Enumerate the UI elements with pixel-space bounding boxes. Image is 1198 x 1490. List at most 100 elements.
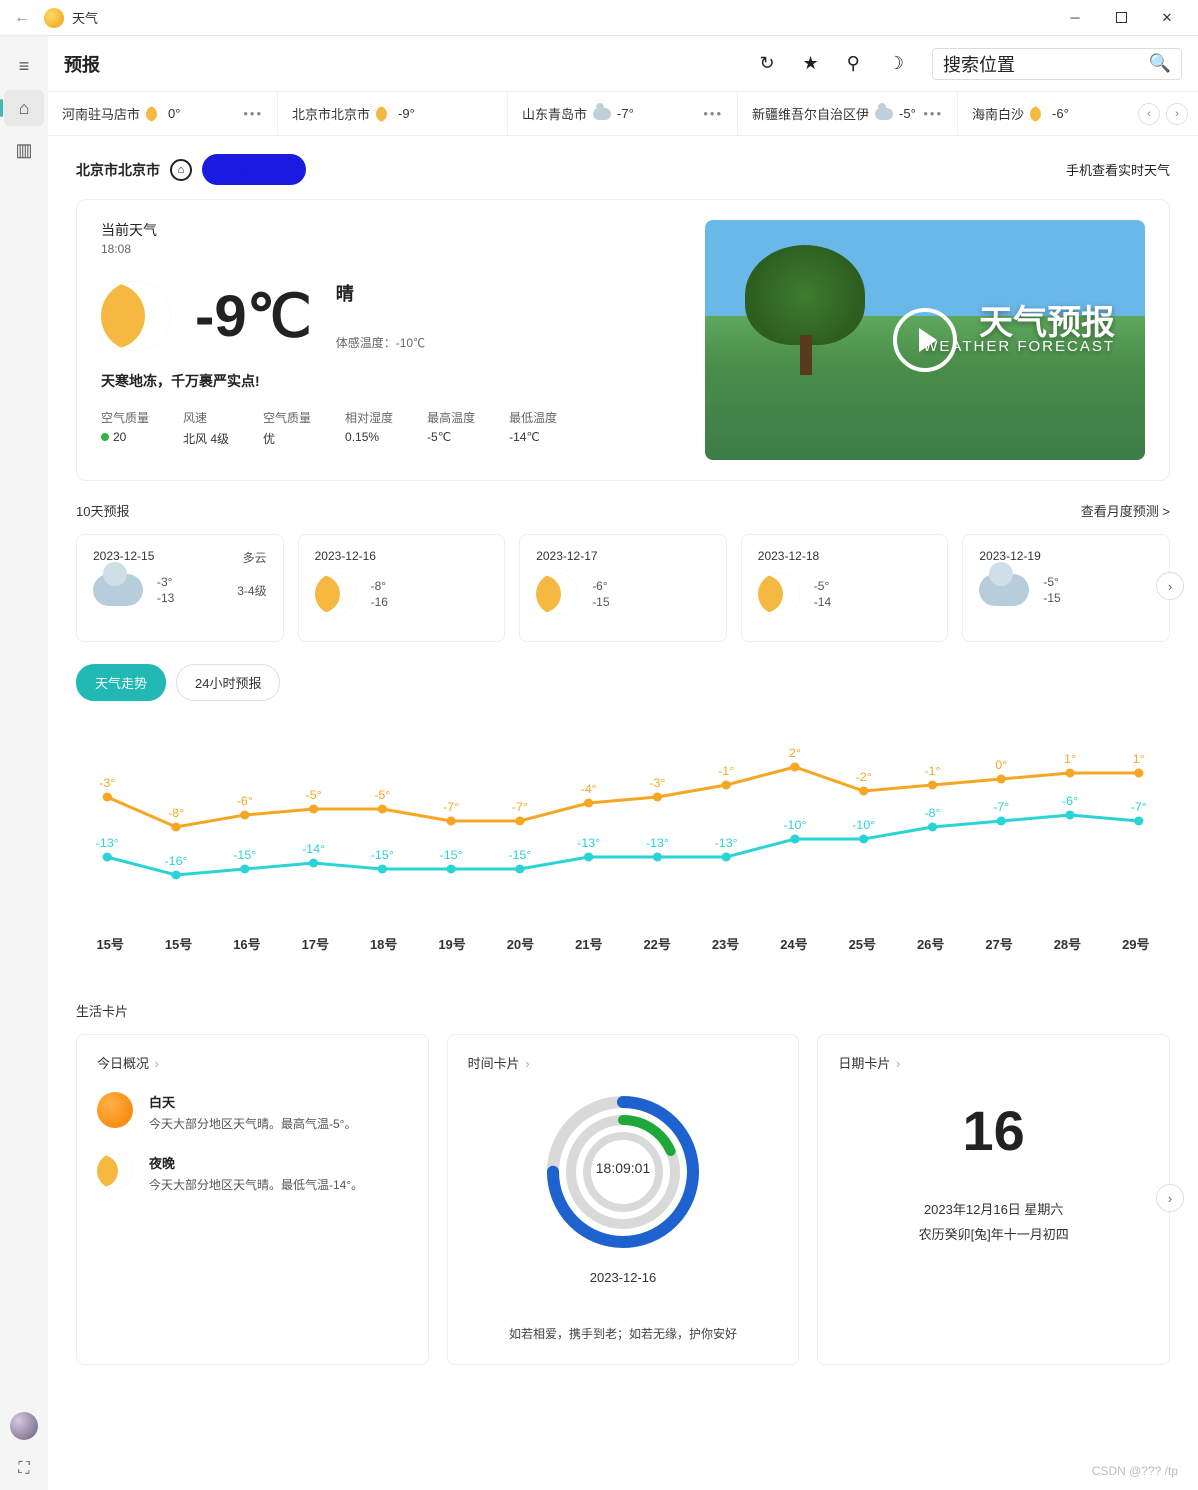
svg-text:-15°: -15° [440,848,463,862]
cloud-icon [93,574,143,606]
card-header[interactable]: 今日概况 › [97,1053,408,1072]
night-mode-icon[interactable]: ☽ [888,53,904,74]
search-input[interactable]: 搜索位置 🔍 [932,48,1182,80]
window-controls: ─ ✕ [1052,0,1190,36]
chevron-right-icon: › [522,1056,530,1071]
svg-text:1°: 1° [1133,752,1145,766]
today-overview-card: 今日概况 › 白天今天大部分地区天气晴。最高气温-5°。 夜晚今天大部分地区天气… [76,1034,429,1365]
home-icon[interactable]: ⌂ [4,90,44,126]
forecast-title: 10天预报 [76,501,129,520]
svg-text:-15°: -15° [371,848,394,862]
maximize-button[interactable] [1098,0,1144,36]
trend-x-label: 28号 [1033,934,1101,953]
trend-chart: -3°-8°-6°-5°-5°-7°-7°-4°-3°-1°2°-2°-1°0°… [76,719,1170,979]
clock-ring: 18:09:01 [543,1092,703,1252]
titlebar: ← 天气 ─ ✕ [0,0,1198,36]
home-location-icon[interactable]: ⌂ [170,159,192,181]
more-icon[interactable]: ••• [703,106,723,121]
trend-x-label: 15号 [144,934,212,953]
city-tab[interactable]: 河南驻马店市 0° ••• [48,92,278,135]
svg-text:-14°: -14° [302,842,325,856]
svg-text:2°: 2° [789,746,801,760]
trend-x-label: 15号 [76,934,144,953]
card-header[interactable]: 时间卡片 › [468,1053,779,1072]
next-button[interactable]: › [1156,1184,1184,1212]
svg-text:-7°: -7° [512,800,528,814]
trend-x-label: 22号 [623,934,691,953]
current-temperature: -9℃ [195,282,312,350]
trend-x-label: 20号 [486,934,554,953]
date-card: 日期卡片 › 16 2023年12月16日 星期六 农历癸卯[兔]年十一月初四 [817,1034,1170,1365]
current-time: 18:08 [101,242,685,256]
page-title: 预报 [64,51,100,77]
chevron-right-icon: › [151,1056,159,1071]
cloud-icon [979,574,1029,606]
svg-text:-16°: -16° [164,854,187,868]
cloud-icon [593,108,611,120]
location-name: 北京市北京市 [76,160,160,180]
svg-text:-3°: -3° [649,776,665,790]
svg-text:-1°: -1° [924,764,940,778]
svg-text:-6°: -6° [1062,794,1078,808]
moon-icon [1030,106,1046,122]
mobile-link[interactable]: 手机查看实时天气 [1066,160,1170,179]
svg-text:-13°: -13° [646,836,669,850]
monthly-forecast-link[interactable]: 查看月度预测 > [1081,501,1170,520]
cloud-icon [875,108,893,120]
more-icon[interactable]: ••• [243,106,263,121]
trend-x-label: 29号 [1102,934,1170,953]
tab-24h[interactable]: 24小时预报 [176,664,280,701]
minimize-button[interactable]: ─ [1052,0,1098,36]
forecast-card[interactable]: 2023-12-17 -6°-15 [519,534,727,642]
forecast-video[interactable]: 天气预报 WEATHER FORECAST [705,220,1145,460]
expand-icon[interactable]: ⛶ [18,1460,29,1478]
forecast-card[interactable]: 2023-12-19 -5°-15 [962,534,1170,642]
svg-text:0°: 0° [995,758,1007,772]
chevron-right-icon: › [892,1056,900,1071]
menu-icon[interactable]: ≡ [4,48,44,84]
time-card: 时间卡片 › 18:09:01 2023-12-16 如若相爱，携手到老；如若无… [447,1034,800,1365]
trend-x-label: 16号 [213,934,281,953]
tab-trend[interactable]: 天气走势 [76,664,166,701]
trend-x-label: 26号 [897,934,965,953]
current-condition: 晴 [336,280,425,306]
city-tab[interactable]: 海南白沙 -6° [958,92,1138,135]
clock-date: 2023-12-16 [468,1270,779,1285]
svg-text:-7°: -7° [443,800,459,814]
city-tab[interactable]: 北京市北京市 -9° [278,92,508,135]
moon-icon [376,106,392,122]
close-button[interactable]: ✕ [1144,0,1190,36]
moon-icon [315,573,357,615]
refresh-icon[interactable]: ↻ [759,53,774,74]
scroll-left-button[interactable]: ‹ [1138,103,1160,125]
svg-text:-15°: -15° [508,848,531,862]
more-icon[interactable]: ••• [923,106,943,121]
quote-text: 如若相爱，携手到老；如若无缘，护你安好 [468,1325,779,1342]
back-button[interactable]: ← [8,9,36,27]
scroll-right-button[interactable]: › [1166,103,1188,125]
card-header[interactable]: 日期卡片 › [838,1053,1149,1072]
forecast-card[interactable]: 2023-12-15 多云 -3°-13 3-4级 [76,534,284,642]
metrics-row: 空气质量20 风速北风 4级 空气质量优 相对湿度0.15% 最高温度-5℃ 最… [101,409,685,447]
life-cards-title: 生活卡片 [76,1001,1170,1020]
svg-text:-6°: -6° [237,794,253,808]
svg-text:-10°: -10° [783,818,806,832]
current-weather-card: 当前天气 18:08 -9℃ 晴 体感温度：-10℃ 天寒地冻，千万裹严实点! … [76,199,1170,481]
weather-alert-pill[interactable]: 大风 蓝色 [202,154,306,185]
avatar[interactable] [10,1412,38,1440]
city-tab[interactable]: 山东青岛市 -7° ••• [508,92,738,135]
favorite-icon[interactable]: ★ [803,53,819,74]
svg-text:-5°: -5° [305,788,321,802]
search-icon: 🔍 [1149,53,1171,74]
moon-icon [758,573,800,615]
svg-text:-2°: -2° [856,770,872,784]
map-icon[interactable]: ▥ [4,132,44,168]
forecast-card[interactable]: 2023-12-16 -8°-16 [298,534,506,642]
city-tab[interactable]: 新疆维吾尔自治区伊 -5° ••• [738,92,958,135]
moon-icon [101,281,171,351]
next-button[interactable]: › [1156,572,1184,600]
pin-icon[interactable]: ⚲ [847,53,860,74]
forecast-card[interactable]: 2023-12-18 -5°-14 [741,534,949,642]
play-icon[interactable] [893,308,957,372]
svg-text:-15°: -15° [233,848,256,862]
